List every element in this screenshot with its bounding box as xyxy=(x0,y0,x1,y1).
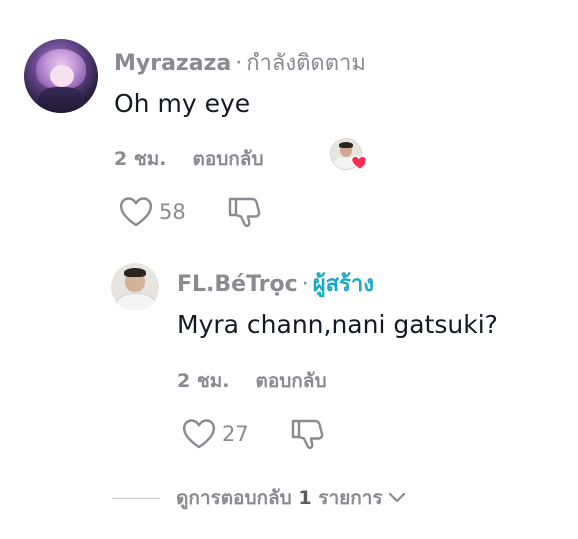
commenter-username[interactable]: Myrazaza xyxy=(114,51,231,76)
comment-time: 2 ชม. xyxy=(114,148,167,170)
reply-author-avatar[interactable] xyxy=(111,263,159,311)
creator-badge: ผู้สร้าง xyxy=(312,272,374,297)
reply-meta: 2 ชม. ตอบกลับ xyxy=(177,366,327,396)
divider-line xyxy=(112,497,160,499)
view-more-prefix: ดูการตอบกลับ xyxy=(176,487,292,509)
reply-like-count: 27 xyxy=(222,422,249,446)
commenter-name-line: Myrazaza · กำลังติดตาม xyxy=(114,45,366,80)
comment-meta: 2 ชม. ตอบกลับ xyxy=(114,144,264,174)
avatar-shirt xyxy=(116,293,156,311)
reply-time: 2 ชม. xyxy=(177,370,230,392)
avatar-face xyxy=(50,65,74,87)
reply-dislike-button[interactable] xyxy=(289,417,325,451)
reply-name-line: FL.BéTrọc · ผู้สร้าง xyxy=(177,266,374,301)
reply-text: Myra chann,nani gatsuki? xyxy=(177,310,498,339)
like-count: 58 xyxy=(159,200,186,224)
reply-like-button[interactable]: 27 xyxy=(182,418,249,450)
reply-button[interactable]: ตอบกลับ xyxy=(192,148,263,170)
thumbs-down-outline-icon xyxy=(228,197,261,228)
avatar-hair xyxy=(124,268,146,277)
follow-status: กำลังติดตาม xyxy=(246,51,366,76)
separator-dot: · xyxy=(235,51,243,76)
like-button[interactable]: 58 xyxy=(119,196,186,228)
comment-text: Oh my eye xyxy=(114,89,251,118)
comment-thread: Myrazaza · กำลังติดตาม Oh my eye 2 ชม. ตอบก… xyxy=(0,0,578,539)
heart-outline-icon xyxy=(182,419,216,449)
commenter-avatar[interactable] xyxy=(24,39,98,113)
heart-filled-icon xyxy=(350,155,367,171)
reply-actions: 27 xyxy=(182,417,325,451)
reply-username[interactable]: FL.BéTrọc xyxy=(177,272,298,297)
view-more-replies-button[interactable]: ดูการตอบกลับ 1 รายการ xyxy=(112,483,407,513)
reply-to-reply-button[interactable]: ตอบกลับ xyxy=(255,370,326,392)
thumbs-down-outline-icon xyxy=(291,419,324,450)
view-more-count: 1 xyxy=(298,487,312,509)
separator-dot: · xyxy=(301,272,309,297)
avatar-hair xyxy=(339,142,353,148)
heart-outline-icon xyxy=(119,197,153,227)
chevron-down-icon xyxy=(388,492,405,503)
dislike-button[interactable] xyxy=(226,195,262,229)
view-more-replies-label: ดูการตอบกลับ 1 รายการ xyxy=(176,483,383,513)
view-more-suffix: รายการ xyxy=(318,487,383,509)
comment-actions: 58 xyxy=(119,195,262,229)
avatar-body xyxy=(38,87,84,113)
